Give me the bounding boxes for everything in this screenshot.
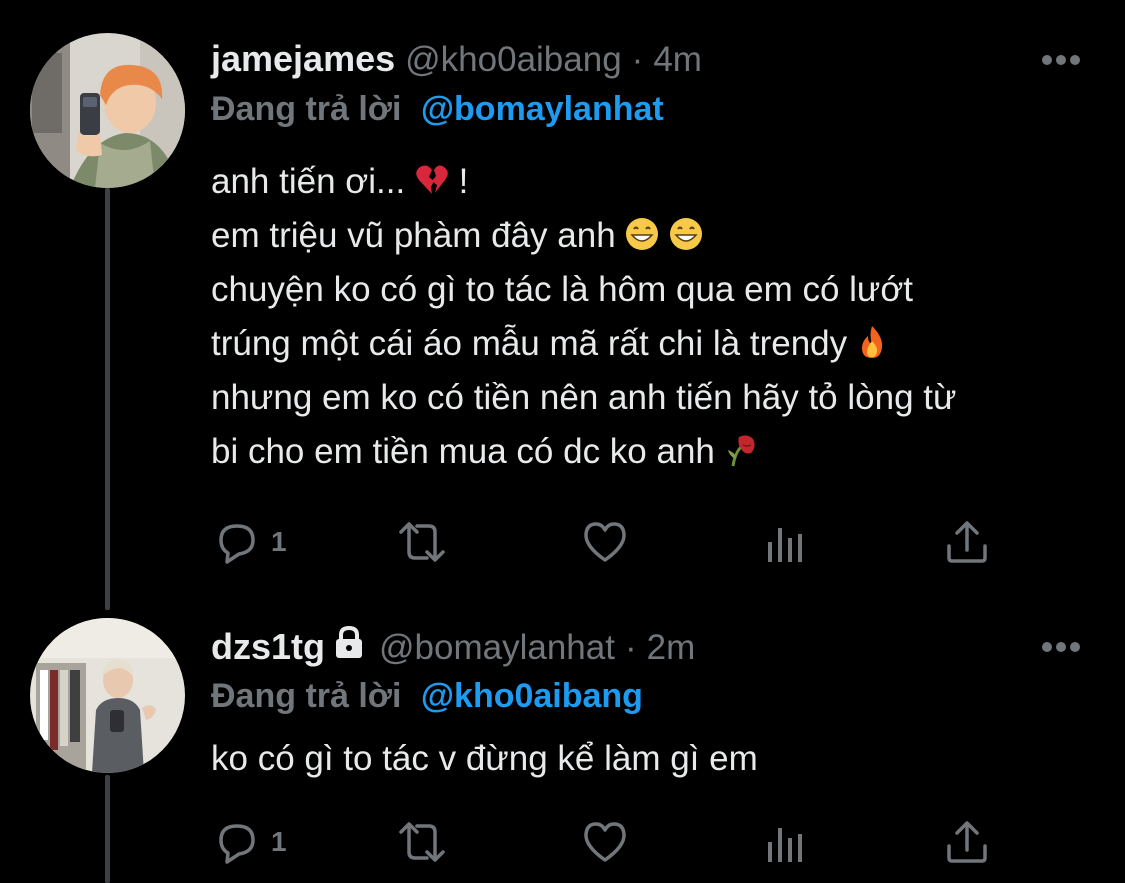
retweet-icon: [399, 822, 445, 862]
tweet-text-line: trúng một cái áo mẫu mã rất chi là trend…: [211, 317, 1091, 371]
tweet-header: jamejames @kho0aibang · 4m: [211, 38, 702, 82]
more-options-icon[interactable]: [1041, 53, 1081, 67]
retweet-button[interactable]: [395, 518, 449, 566]
analytics-icon: [768, 528, 802, 562]
timestamp[interactable]: 4m: [653, 40, 702, 80]
fire-icon: [861, 326, 882, 358]
replying-to-mention[interactable]: @bomaylanhat: [421, 90, 664, 128]
separator-dot: ·: [624, 628, 637, 667]
broken-heart-icon: [416, 165, 448, 194]
replying-to-mention[interactable]: @kho0aibang: [421, 677, 643, 715]
tweet-text-line: anh tiến ơi... !: [211, 162, 469, 201]
reply-button[interactable]: 1: [213, 518, 287, 566]
tweet-actions: 1: [211, 518, 1011, 566]
retweet-icon: [399, 522, 445, 562]
like-button[interactable]: [581, 518, 629, 566]
tweet-header: dzs1tg @bomaylanhat · 2m: [211, 625, 695, 669]
grinning-face-icon: [670, 218, 703, 250]
reply-icon: [219, 524, 255, 564]
separator-dot: ·: [631, 40, 644, 79]
like-button[interactable]: [581, 818, 629, 866]
tweet-text-line: chuyện ko có gì to tác là hôm qua em có …: [211, 270, 914, 309]
reply-button[interactable]: 1: [213, 818, 287, 866]
tweet-text-line: nhưng em ko có tiền nên anh tiến hãy tỏ …: [211, 378, 957, 417]
tweet[interactable]: jamejames @kho0aibang · 4m Đang trả lời …: [0, 0, 1125, 600]
conversation-thread: jamejames @kho0aibang · 4m Đang trả lời …: [0, 0, 1125, 883]
tweet-text-line: ko có gì to tác v đừng kể làm gì em: [211, 739, 758, 778]
replying-to-label: Đang trả lời: [211, 90, 402, 128]
avatar[interactable]: [30, 33, 185, 188]
replying-to: Đang trả lời @bomaylanhat: [211, 90, 664, 129]
username-handle[interactable]: @kho0aibang: [405, 40, 622, 80]
share-icon: [947, 521, 987, 563]
timestamp[interactable]: 2m: [647, 628, 696, 668]
profile-photo-mirror-selfie: [30, 618, 185, 773]
username-handle[interactable]: @bomaylanhat: [379, 628, 615, 668]
lock-icon: [336, 625, 363, 658]
tweet-actions: 1: [211, 818, 1011, 866]
reply-icon: [219, 824, 255, 864]
share-icon: [947, 821, 987, 863]
tweet-text-line: em triệu vũ phàm đây anh: [211, 209, 1091, 263]
share-button[interactable]: [943, 818, 991, 866]
share-button[interactable]: [943, 518, 991, 566]
wilted-flower-icon: [727, 435, 755, 467]
grinning-face-icon: [626, 218, 659, 250]
display-name[interactable]: dzs1tg: [211, 626, 325, 668]
analytics-icon: [768, 828, 802, 862]
heart-icon: [584, 822, 626, 862]
analytics-button[interactable]: [764, 818, 808, 866]
retweet-button[interactable]: [395, 818, 449, 866]
reply-count: 1: [271, 526, 287, 557]
tweet-text-line: bi cho em tiền mua có dc ko anh: [211, 425, 1091, 479]
more-options-icon[interactable]: [1041, 640, 1081, 654]
reply-count: 1: [271, 826, 287, 857]
replying-to: Đang trả lời @kho0aibang: [211, 677, 643, 716]
replying-to-label: Đang trả lời: [211, 677, 402, 715]
profile-photo-orange-hair: [30, 33, 185, 188]
tweet-text: anh tiến ơi... ! em triệu vũ phàm đây an…: [211, 155, 1091, 479]
analytics-button[interactable]: [764, 518, 808, 566]
avatar[interactable]: [30, 618, 185, 773]
tweet-text: ko có gì to tác v đừng kể làm gì em: [211, 732, 1091, 786]
display-name[interactable]: jamejames: [211, 38, 395, 80]
tweet[interactable]: dzs1tg @bomaylanhat · 2m Đang trả lời @k…: [0, 600, 1125, 883]
heart-icon: [584, 522, 626, 562]
